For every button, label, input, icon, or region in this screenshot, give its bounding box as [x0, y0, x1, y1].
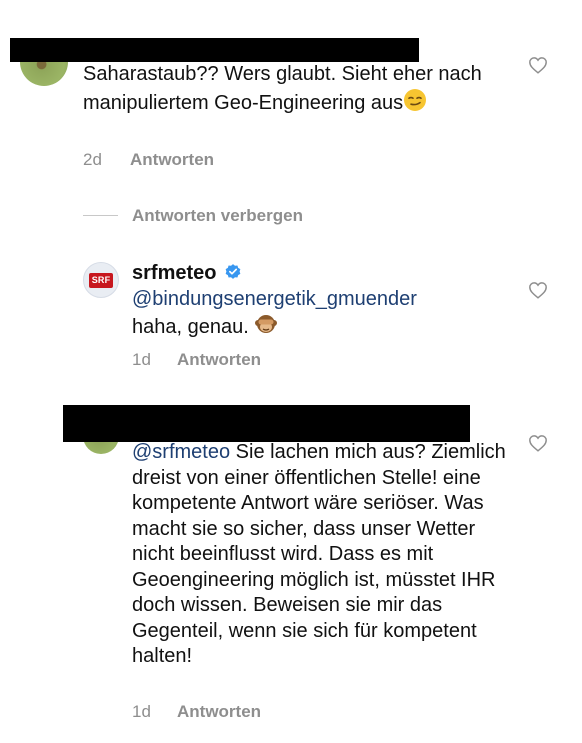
reply-text: haha, genau.: [132, 312, 278, 344]
redacted-username: [10, 38, 419, 62]
like-heart-icon[interactable]: [528, 281, 548, 299]
smirk-emoji-icon: [403, 88, 427, 120]
srfmeteo-avatar[interactable]: SRF: [83, 262, 119, 298]
srf-logo: SRF: [88, 272, 114, 288]
like-heart-icon[interactable]: [528, 56, 548, 74]
comment-text: Saharastaub?? Wers glaubt. Sieht eher na…: [83, 62, 503, 119]
comment-mention[interactable]: @srfmeteo: [132, 441, 230, 463]
redacted-username: [63, 405, 470, 442]
comment-timestamp: 1d: [132, 702, 151, 721]
verified-badge-icon: [225, 264, 241, 279]
comment-text: @srfmeteo Sie lachen mich aus? Ziemlich …: [132, 441, 506, 667]
hide-replies-button[interactable]: Antworten verbergen: [132, 206, 303, 226]
comment-timestamp: 2d: [83, 150, 102, 169]
reply-reply-button[interactable]: Antworten: [177, 350, 261, 370]
reply-username[interactable]: srfmeteo: [132, 262, 242, 285]
like-heart-icon[interactable]: [528, 434, 548, 452]
reply-mention[interactable]: @bindungsenergetik_gmuender: [132, 287, 417, 313]
see-no-evil-monkey-icon: [254, 312, 278, 344]
reply-timestamp: 1d: [132, 350, 151, 369]
hide-replies-divider: [83, 215, 118, 216]
reply-button[interactable]: Antworten: [177, 702, 261, 722]
reply-button[interactable]: Antworten: [130, 150, 214, 170]
